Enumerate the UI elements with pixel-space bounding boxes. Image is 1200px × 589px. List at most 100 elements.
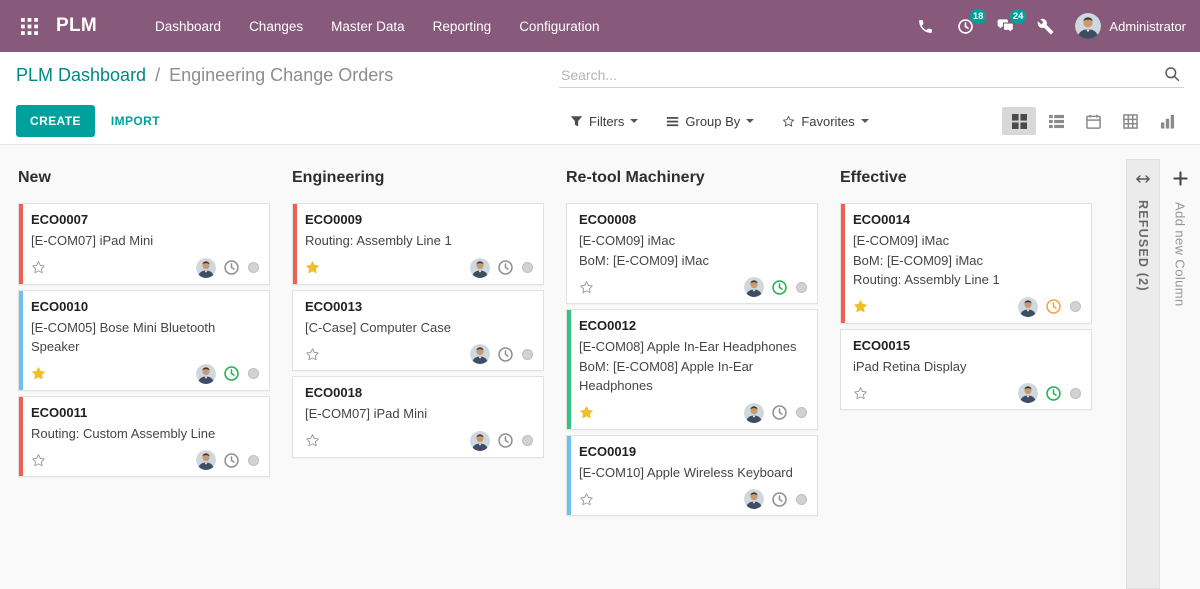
kanban-state-icon[interactable] <box>1070 301 1081 312</box>
kanban-state-icon[interactable] <box>522 435 533 446</box>
assignee-avatar[interactable] <box>470 344 490 364</box>
calendar-view-button[interactable] <box>1076 107 1110 135</box>
kanban-card-eco0018[interactable]: ECO0018 [E-COM07] iPad Mini <box>292 376 544 458</box>
assignee-avatar[interactable] <box>744 489 764 509</box>
nav-item-configuration[interactable]: Configuration <box>505 0 613 52</box>
kanban-card-eco0012[interactable]: ECO0012 [E-COM08] Apple In-Ear Headphone… <box>566 309 818 430</box>
chevron-down-icon <box>630 119 638 123</box>
app-brand[interactable]: PLM <box>56 15 97 37</box>
activity-clock-icon[interactable] <box>497 259 514 276</box>
kanban-state-icon[interactable] <box>522 262 533 273</box>
breadcrumb-parent-link[interactable]: PLM Dashboard <box>16 65 146 86</box>
chevron-down-icon <box>746 119 754 123</box>
kanban-card-eco0019[interactable]: ECO0019 [E-COM10] Apple Wireless Keyboar… <box>566 435 818 517</box>
search-icon[interactable] <box>1164 66 1182 84</box>
activity-clock-icon[interactable] <box>497 432 514 449</box>
star-icon[interactable] <box>31 453 46 468</box>
group-by-dropdown[interactable]: Group By <box>666 114 754 129</box>
apps-menu-icon[interactable] <box>14 11 44 41</box>
kanban-state-icon[interactable] <box>522 349 533 360</box>
kanban-card-eco0010[interactable]: ECO0010 [E-COM05] Bose Mini Bluetooth Sp… <box>18 290 270 391</box>
phone-icon[interactable] <box>905 7 945 45</box>
assignee-avatar[interactable] <box>470 431 490 451</box>
activity-clock-icon[interactable] <box>223 452 240 469</box>
activities-icon[interactable]: 18 <box>945 7 985 45</box>
assignee-avatar[interactable] <box>744 403 764 423</box>
assignee-avatar[interactable] <box>196 364 216 384</box>
kanban-card-eco0009[interactable]: ECO0009 Routing: Assembly Line 1 <box>292 203 544 285</box>
kanban-view-button[interactable] <box>1002 107 1036 135</box>
activity-clock-icon[interactable] <box>1045 298 1062 315</box>
messages-icon[interactable]: 24 <box>985 7 1025 45</box>
breadcrumb: PLM Dashboard / Engineering Change Order… <box>0 52 1200 98</box>
column-title: Re-tool Machinery <box>566 169 818 187</box>
card-line: [C-Case] Computer Case <box>305 318 533 338</box>
card-title: ECO0008 <box>579 212 807 227</box>
star-icon[interactable] <box>579 405 594 420</box>
kanban-card-eco0008[interactable]: ECO0008 [E-COM09] iMac BoM: [E-COM09] iM… <box>566 203 818 304</box>
activities-badge: 18 <box>970 9 987 24</box>
star-icon[interactable] <box>305 433 320 448</box>
star-icon[interactable] <box>853 386 868 401</box>
pivot-view-button[interactable] <box>1113 107 1147 135</box>
card-line: BoM: [E-COM09] iMac <box>579 251 807 271</box>
user-avatar <box>1075 13 1101 39</box>
assignee-avatar[interactable] <box>470 258 490 278</box>
add-column-button[interactable]: Add new Column <box>1160 159 1200 589</box>
breadcrumb-separator: / <box>155 65 160 86</box>
import-button[interactable]: IMPORT <box>111 114 160 128</box>
activity-clock-icon[interactable] <box>771 491 788 508</box>
activity-clock-icon[interactable] <box>771 279 788 296</box>
folded-column-refused[interactable]: REFUSED (2) <box>1126 159 1160 589</box>
activity-clock-icon[interactable] <box>771 404 788 421</box>
star-icon[interactable] <box>579 280 594 295</box>
kanban-state-icon[interactable] <box>1070 388 1081 399</box>
kanban-state-icon[interactable] <box>796 282 807 293</box>
unfold-column-icon <box>1136 172 1150 186</box>
nav-item-changes[interactable]: Changes <box>235 0 317 52</box>
kanban-card-eco0007[interactable]: ECO0007 [E-COM07] iPad Mini <box>18 203 270 285</box>
filters-dropdown[interactable]: Filters <box>570 114 638 129</box>
user-menu[interactable]: Administrator <box>1075 13 1186 39</box>
star-icon[interactable] <box>31 260 46 275</box>
star-icon[interactable] <box>305 260 320 275</box>
nav-item-dashboard[interactable]: Dashboard <box>141 0 235 52</box>
list-view-button[interactable] <box>1039 107 1073 135</box>
kanban-card-eco0014[interactable]: ECO0014 [E-COM09] iMac BoM: [E-COM09] iM… <box>840 203 1092 324</box>
kanban-state-icon[interactable] <box>248 262 259 273</box>
kanban-state-icon[interactable] <box>248 368 259 379</box>
card-title: ECO0007 <box>31 212 259 227</box>
favorites-dropdown[interactable]: Favorites <box>782 114 868 129</box>
group-by-label: Group By <box>685 114 740 129</box>
assignee-avatar[interactable] <box>744 277 764 297</box>
kanban-state-icon[interactable] <box>248 455 259 466</box>
debug-wrench-icon[interactable] <box>1025 7 1065 45</box>
assignee-avatar[interactable] <box>1018 383 1038 403</box>
kanban-card-eco0015[interactable]: ECO0015 iPad Retina Display <box>840 329 1092 411</box>
star-icon[interactable] <box>579 492 594 507</box>
create-button[interactable]: CREATE <box>16 105 95 137</box>
search-input[interactable] <box>561 67 1164 83</box>
card-title: ECO0018 <box>305 385 533 400</box>
activity-clock-icon[interactable] <box>223 365 240 382</box>
assignee-avatar[interactable] <box>196 258 216 278</box>
star-icon[interactable] <box>853 299 868 314</box>
assignee-avatar[interactable] <box>196 450 216 470</box>
filter-icon <box>570 115 583 128</box>
card-line: [E-COM09] iMac <box>579 231 807 251</box>
card-title: ECO0010 <box>31 299 259 314</box>
nav-item-reporting[interactable]: Reporting <box>419 0 506 52</box>
nav-item-master-data[interactable]: Master Data <box>317 0 419 52</box>
kanban-card-eco0011[interactable]: ECO0011 Routing: Custom Assembly Line <box>18 396 270 478</box>
graph-view-button[interactable] <box>1150 107 1184 135</box>
star-icon[interactable] <box>31 366 46 381</box>
activity-clock-icon[interactable] <box>1045 385 1062 402</box>
kanban-card-eco0013[interactable]: ECO0013 [C-Case] Computer Case <box>292 290 544 372</box>
kanban-state-icon[interactable] <box>796 494 807 505</box>
column-title: Engineering <box>292 169 544 187</box>
kanban-state-icon[interactable] <box>796 407 807 418</box>
activity-clock-icon[interactable] <box>223 259 240 276</box>
star-icon[interactable] <box>305 347 320 362</box>
activity-clock-icon[interactable] <box>497 346 514 363</box>
assignee-avatar[interactable] <box>1018 297 1038 317</box>
